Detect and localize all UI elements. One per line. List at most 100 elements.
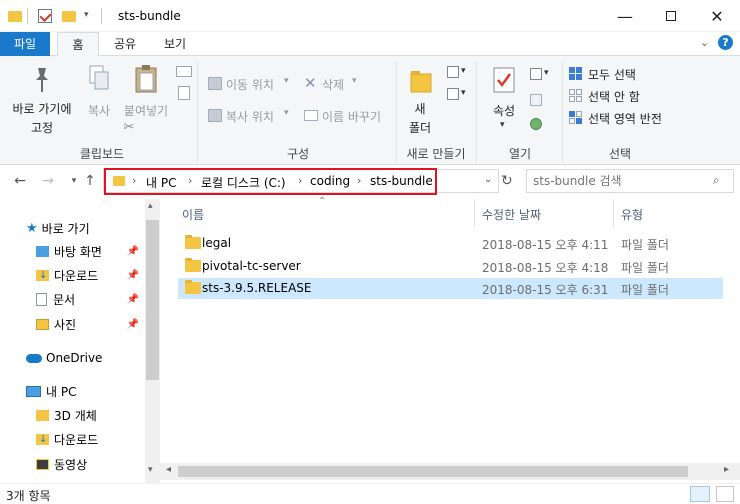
pin-label-2: 고정 xyxy=(30,121,54,135)
item-count: 3개 항목 xyxy=(6,489,51,503)
expand-ribbon-icon[interactable]: ⌄ xyxy=(700,36,709,49)
back-button[interactable]: ← xyxy=(10,171,30,191)
tab-view[interactable]: 보기 xyxy=(152,32,198,56)
delete-label: 삭제 xyxy=(322,78,345,92)
copy-button[interactable]: 복사 xyxy=(80,58,118,122)
nav-item-label: 다운로드 xyxy=(54,268,99,283)
nav-item-label: 동영상 xyxy=(54,457,88,472)
properties-label: 속성 xyxy=(492,104,516,118)
column-separator[interactable] xyxy=(613,199,614,227)
open-icon[interactable] xyxy=(530,68,542,80)
cloud-icon xyxy=(26,353,42,363)
desktop-folder-icon xyxy=(36,245,49,257)
tab-home[interactable]: 홈 xyxy=(57,32,99,57)
nav-item-3d-objects[interactable]: 3D 개체 xyxy=(36,404,145,426)
up-button[interactable]: ↑ xyxy=(80,171,100,191)
nav-item-label: 바탕 화면 xyxy=(54,244,102,259)
table-row[interactable]: legal 2018-08-15 오후 4:11 파일 폴더 xyxy=(178,233,723,254)
address-history-dropdown[interactable]: ⌄ xyxy=(484,174,492,185)
horizontal-scroll-thumb[interactable] xyxy=(178,466,688,477)
scroll-right-icon[interactable]: ▸ xyxy=(724,464,729,475)
refresh-button[interactable]: ↻ xyxy=(501,173,513,189)
column-header-name[interactable]: 이름 xyxy=(182,206,204,223)
forward-button[interactable]: → xyxy=(38,171,58,191)
pin-icon[interactable]: 📌 xyxy=(127,319,139,330)
copy-to-button[interactable]: 복사 위치 ▾ xyxy=(206,106,298,126)
select-none-label: 선택 안 함 xyxy=(588,90,640,104)
close-button[interactable]: ✕ xyxy=(694,0,740,32)
search-box[interactable]: ⌕ xyxy=(526,169,734,193)
title-bar: ▾ sts-bundle — ✕ xyxy=(0,0,740,32)
history-icon[interactable] xyxy=(530,118,542,130)
move-to-button[interactable]: 이동 위치 ▾ xyxy=(206,74,298,94)
customize-quick-access-dropdown[interactable]: ▾ xyxy=(84,10,89,20)
group-separator xyxy=(197,62,198,162)
new-item-button[interactable]: ▾ xyxy=(447,66,469,80)
select-all-button[interactable]: 모두 선택 xyxy=(569,64,679,82)
rename-button[interactable]: 이름 바꾸기 xyxy=(302,106,392,126)
table-row[interactable]: pivotal-tc-server 2018-08-15 오후 4:18 파일 … xyxy=(178,256,723,277)
column-header-modified[interactable]: 수정한 날짜 xyxy=(482,206,541,223)
separator xyxy=(101,8,102,24)
nav-item-downloads[interactable]: ↓ 다운로드 📌 xyxy=(36,264,145,286)
details-view-icon[interactable] xyxy=(690,486,710,502)
help-icon[interactable]: ? xyxy=(718,35,733,50)
file-name: sts-3.9.5.RELEASE xyxy=(202,281,312,295)
select-none-button[interactable]: 선택 안 함 xyxy=(569,86,679,104)
file-type: 파일 폴더 xyxy=(621,238,669,252)
address-highlight-box xyxy=(104,168,437,195)
nav-this-pc-label: 내 PC xyxy=(46,384,77,399)
properties-check-icon[interactable] xyxy=(38,9,52,23)
nav-item-desktop[interactable]: 바탕 화면 📌 xyxy=(36,240,145,262)
arrow-left-icon: ← xyxy=(14,173,26,189)
chevron-down-icon: ▾ xyxy=(352,76,357,86)
arrow-right-icon: → xyxy=(42,173,54,189)
properties-icon xyxy=(492,66,516,94)
scroll-left-icon[interactable]: ◂ xyxy=(166,464,171,475)
chevron-down-icon: ▾ xyxy=(461,66,466,76)
new-folder-button[interactable]: 새 폴더 xyxy=(400,58,440,140)
chevron-down-icon: ▾ xyxy=(461,88,466,98)
open-group-label: 열기 xyxy=(508,147,532,161)
nav-item-pictures[interactable]: 사진 📌 xyxy=(36,313,145,335)
nav-item-downloads-pc[interactable]: ↓ 다운로드 xyxy=(36,428,145,450)
scroll-up-icon[interactable]: ▴ xyxy=(148,201,153,211)
refresh-icon: ↻ xyxy=(501,173,513,189)
maximize-button[interactable] xyxy=(648,0,694,32)
pin-to-quick-access-button[interactable]: 바로 가기에 고정 xyxy=(8,58,76,140)
edit-icon[interactable] xyxy=(530,94,542,106)
large-icons-view-icon[interactable] xyxy=(716,486,734,502)
nav-quick-access-label: 바로 가기 xyxy=(41,221,90,236)
scroll-down-icon[interactable]: ▾ xyxy=(148,465,153,475)
column-header-type[interactable]: 유형 xyxy=(621,206,643,223)
folder-icon xyxy=(185,235,201,249)
downloads-folder-icon: ↓ xyxy=(36,269,49,281)
invert-selection-button[interactable]: 선택 영역 반전 xyxy=(569,108,699,126)
paste-button[interactable]: 붙여넣기 xyxy=(120,58,172,122)
nav-item-videos[interactable]: 동영상 xyxy=(36,453,145,475)
search-icon: ⌕ xyxy=(713,173,720,187)
nav-item-documents[interactable]: 문서 📌 xyxy=(36,288,145,310)
folder-icon xyxy=(185,258,201,272)
properties-button[interactable]: 속성 ▾ xyxy=(482,58,526,140)
file-type: 파일 폴더 xyxy=(621,283,669,297)
nav-onedrive-label: OneDrive xyxy=(46,351,103,365)
tab-share[interactable]: 공유 xyxy=(106,32,144,56)
delete-button[interactable]: ✕ 삭제 ▾ xyxy=(302,74,362,94)
minimize-button[interactable]: — xyxy=(602,0,648,32)
cut-scissors-icon[interactable]: ✂ xyxy=(120,120,138,136)
paste-icon xyxy=(134,64,158,94)
pin-icon[interactable]: 📌 xyxy=(127,294,139,305)
pin-icon[interactable]: 📌 xyxy=(127,246,139,257)
easy-access-button[interactable]: ▾ xyxy=(447,88,469,102)
new-folder-icon[interactable] xyxy=(62,11,76,22)
table-row[interactable]: sts-3.9.5.RELEASE 2018-08-15 오후 6:31 파일 … xyxy=(178,278,723,299)
search-input[interactable] xyxy=(533,173,703,189)
nav-pane-scroll-thumb[interactable] xyxy=(146,220,159,380)
column-separator[interactable] xyxy=(474,199,475,227)
copy-path-icon[interactable] xyxy=(176,66,192,77)
pin-icon[interactable]: 📌 xyxy=(127,270,139,281)
file-modified: 2018-08-15 오후 4:18 xyxy=(482,261,609,275)
tab-file[interactable]: 파일 xyxy=(0,32,50,56)
paste-shortcut-icon[interactable] xyxy=(178,86,190,100)
